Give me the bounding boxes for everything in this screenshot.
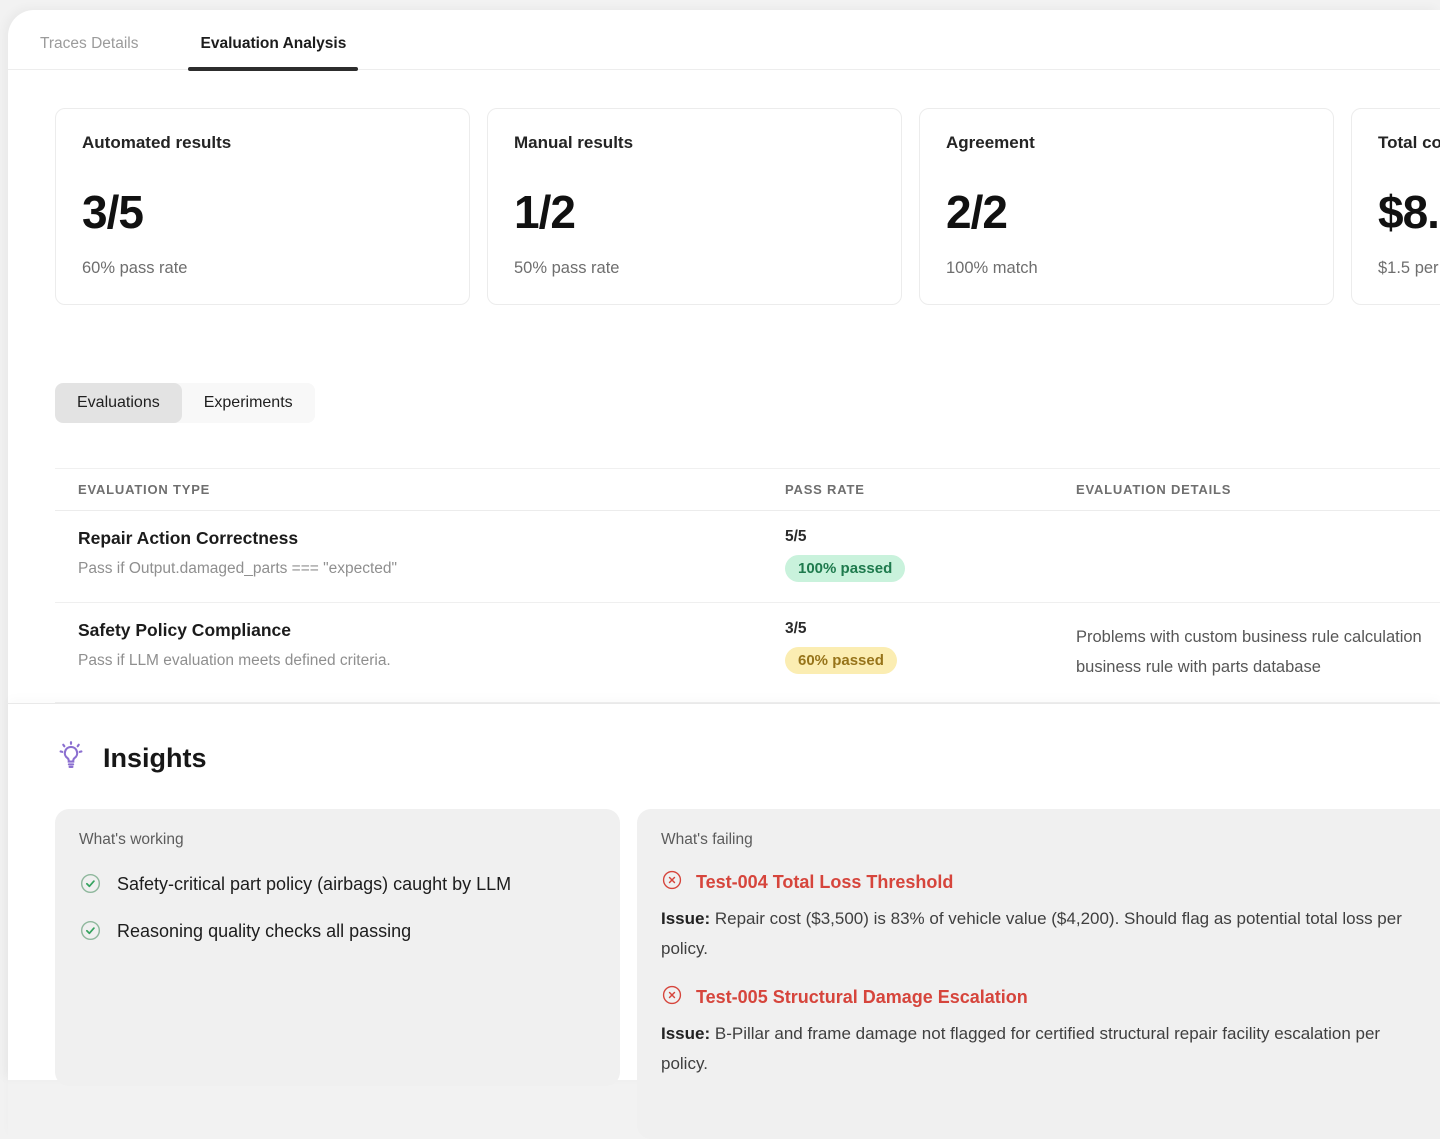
evaluation-subtitle: Pass if LLM evaluation meets defined cri…	[78, 652, 762, 670]
evaluation-title: Repair Action Correctness	[78, 528, 762, 549]
failing-item-issue: Issue: B-Pillar and frame damage not fla…	[661, 1019, 1440, 1049]
stat-label: Agreement	[946, 133, 1307, 153]
col-header-evaluation-type: EVALUATION TYPE	[55, 482, 762, 497]
check-circle-icon	[79, 869, 102, 900]
whats-failing-label: What's failing	[661, 831, 1440, 849]
evaluation-details-line: Problems with custom business rule calcu…	[1076, 622, 1440, 652]
tab-traces-details[interactable]: Traces Details	[40, 35, 138, 69]
insights-title: Insights	[103, 743, 207, 774]
stat-value: 3/5	[82, 185, 443, 239]
pass-rate-value: 3/5	[785, 620, 1053, 638]
table-row[interactable]: Safety Policy Compliance Pass if LLM eva…	[55, 603, 1440, 703]
working-item: Reasoning quality checks all passing	[79, 916, 596, 947]
stat-value: 1/2	[514, 185, 875, 239]
stat-label: Automated results	[82, 133, 443, 153]
failing-item-title[interactable]: Test-004 Total Loss Threshold	[696, 872, 953, 893]
pass-rate-value: 5/5	[785, 528, 1053, 546]
failing-item: Test-004 Total Loss Threshold Issue: Rep…	[661, 869, 1440, 964]
evaluation-details-line: business rule with parts database	[1076, 652, 1440, 682]
tab-evaluation-analysis[interactable]: Evaluation Analysis	[200, 35, 346, 69]
col-header-pass-rate: PASS RATE	[762, 482, 1053, 497]
top-tab-bar: Traces Details Evaluation Analysis	[8, 10, 1440, 70]
stat-label: Manual results	[514, 133, 875, 153]
stat-value: 2/2	[946, 185, 1307, 239]
x-circle-icon	[661, 984, 683, 1011]
stat-card-manual-results: Manual results 1/2 50% pass rate	[487, 108, 902, 305]
stat-value: $8.90	[1378, 185, 1440, 239]
stat-sub: 60% pass rate	[82, 259, 443, 278]
stat-label: Total cost	[1378, 133, 1440, 153]
stat-card-agreement: Agreement 2/2 100% match	[919, 108, 1334, 305]
failing-item: Test-005 Structural Damage Escalation Is…	[661, 984, 1440, 1079]
working-item-text: Reasoning quality checks all passing	[117, 916, 411, 947]
check-circle-icon	[79, 916, 102, 947]
pass-rate-badge: 60% passed	[785, 647, 897, 674]
evaluation-panel: Traces Details Evaluation Analysis Autom…	[8, 10, 1440, 1080]
whats-working-label: What's working	[79, 831, 596, 849]
evaluation-title: Safety Policy Compliance	[78, 620, 762, 641]
failing-item-issue: Issue: Repair cost ($3,500) is 83% of ve…	[661, 904, 1440, 934]
evaluation-table: EVALUATION TYPE PASS RATE EVALUATION DET…	[55, 468, 1440, 703]
pass-rate-badge: 100% passed	[785, 555, 905, 582]
failing-item-title[interactable]: Test-005 Structural Damage Escalation	[696, 987, 1028, 1008]
table-header-row: EVALUATION TYPE PASS RATE EVALUATION DET…	[55, 468, 1440, 511]
toggle-evaluations[interactable]: Evaluations	[55, 383, 182, 423]
x-circle-icon	[661, 869, 683, 896]
toggle-experiments[interactable]: Experiments	[182, 383, 315, 423]
whats-working-card: What's working Safety-critical part poli…	[55, 809, 620, 1086]
working-item-text: Safety-critical part policy (airbags) ca…	[117, 869, 511, 900]
evaluation-subtitle: Pass if Output.damaged_parts === "expect…	[78, 560, 762, 578]
lightbulb-icon	[55, 740, 87, 777]
stat-sub: $1.5 per trace	[1378, 259, 1440, 278]
insights-section: Insights What's working Safety-critical …	[8, 703, 1440, 1139]
stat-sub: 100% match	[946, 259, 1307, 278]
failing-item-issue-continued: policy.	[661, 934, 1440, 964]
stats-row: Automated results 3/5 60% pass rate Manu…	[8, 70, 1440, 305]
stat-card-total-cost: Total cost $8.90 $1.5 per trace	[1351, 108, 1440, 305]
stat-card-automated-results: Automated results 3/5 60% pass rate	[55, 108, 470, 305]
whats-failing-card: What's failing Test-004 Total Loss Thres…	[637, 809, 1440, 1139]
failing-item-issue-continued: policy.	[661, 1049, 1440, 1079]
working-item: Safety-critical part policy (airbags) ca…	[79, 869, 596, 900]
stat-sub: 50% pass rate	[514, 259, 875, 278]
col-header-evaluation-details: EVALUATION DETAILS	[1053, 482, 1440, 497]
table-row[interactable]: Repair Action Correctness Pass if Output…	[55, 511, 1440, 603]
view-toggle: Evaluations Experiments	[55, 383, 315, 423]
